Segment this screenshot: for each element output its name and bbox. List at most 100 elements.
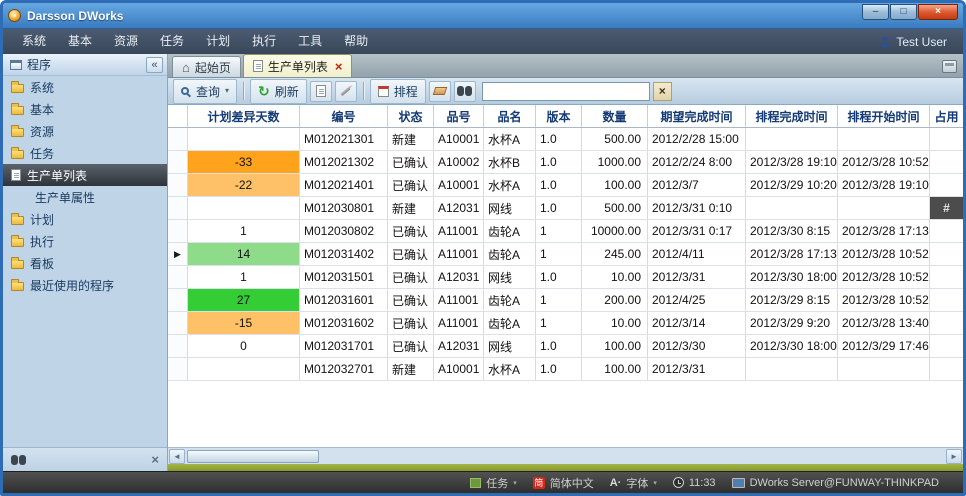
menu-item[interactable]: 计划 bbox=[195, 29, 241, 54]
table-row[interactable]: 1M012031501已确认A12031网线1.010.002012/3/312… bbox=[168, 266, 963, 289]
new-button[interactable] bbox=[310, 81, 332, 102]
cell-plan-diff-days: -22 bbox=[188, 174, 300, 196]
home-icon: ⌂ bbox=[182, 61, 190, 74]
row-selector[interactable] bbox=[168, 128, 188, 150]
cell-status: 已确认 bbox=[388, 335, 434, 357]
find-button[interactable] bbox=[454, 81, 476, 102]
table-row[interactable]: -22M012021401已确认A10001水杯A1.0100.002012/3… bbox=[168, 174, 963, 197]
cell-extra bbox=[930, 174, 963, 196]
sidebar-item[interactable]: 系统 bbox=[3, 76, 167, 98]
table-row[interactable]: 0M012031701已确认A12031网线1.0100.002012/3/30… bbox=[168, 335, 963, 358]
sidebar-item[interactable]: 任务 bbox=[3, 142, 167, 164]
menu-item[interactable]: 帮助 bbox=[333, 29, 379, 54]
sidebar-item[interactable]: 看板 bbox=[3, 252, 167, 274]
user-indicator[interactable]: Test User bbox=[879, 35, 955, 49]
column-header[interactable]: 数量 bbox=[582, 105, 648, 127]
menu-item[interactable]: 任务 bbox=[149, 29, 195, 54]
table-row[interactable]: ▶14M012031402已确认A11001齿轮A1245.002012/4/1… bbox=[168, 243, 963, 266]
menu-item[interactable]: 系统 bbox=[11, 29, 57, 54]
tab-close-icon[interactable]: × bbox=[335, 60, 343, 73]
column-header[interactable]: 占用 bbox=[930, 105, 963, 127]
cell-no: M012031501 bbox=[300, 266, 388, 288]
menu-item[interactable]: 执行 bbox=[241, 29, 287, 54]
scroll-left-arrow[interactable]: ◄ bbox=[169, 449, 185, 464]
statusbar-language[interactable]: 简 简体中文 bbox=[533, 475, 594, 491]
table-row[interactable]: -33M012021302已确认A10002水杯B1.01000.002012/… bbox=[168, 151, 963, 174]
sidebar-header: 程序 « bbox=[3, 54, 167, 76]
tab-active[interactable]: 生产单列表× bbox=[243, 54, 353, 77]
statusbar-font[interactable]: A· 字体 ▾ bbox=[610, 475, 657, 491]
close-button[interactable]: × bbox=[918, 4, 958, 20]
sidebar-item[interactable]: 基本 bbox=[3, 98, 167, 120]
row-selector[interactable] bbox=[168, 220, 188, 242]
cell-version: 1.0 bbox=[536, 197, 582, 219]
scroll-right-arrow[interactable]: ► bbox=[946, 449, 962, 464]
horizontal-scrollbar[interactable]: ◄ ► bbox=[168, 447, 963, 464]
main-pane: ⌂起始页生产单列表× 查询 ▾ ↻ 刷新 bbox=[168, 54, 963, 471]
row-selector[interactable]: ▶ bbox=[168, 243, 188, 265]
statusbar-task[interactable]: 任务 ▾ bbox=[470, 475, 517, 491]
clear-schedule-button[interactable] bbox=[429, 81, 451, 102]
menu-item[interactable]: 资源 bbox=[103, 29, 149, 54]
table-row[interactable]: M012021301新建A10001水杯A1.0500.002012/2/28 … bbox=[168, 128, 963, 151]
sidebar-item-label: 任务 bbox=[30, 145, 54, 162]
table-row[interactable]: M012030801新建A12031网线1.0500.002012/3/31 0… bbox=[168, 197, 963, 220]
column-header[interactable]: 期望完成时间 bbox=[648, 105, 746, 127]
font-icon: A· bbox=[610, 477, 622, 489]
sidebar-item[interactable]: 计划 bbox=[3, 208, 167, 230]
grid-header-row: 计划差异天数编号状态品号品名版本数量期望完成时间排程完成时间排程开始时间占用 bbox=[168, 105, 963, 128]
refresh-button[interactable]: ↻ 刷新 bbox=[250, 79, 307, 104]
column-header[interactable]: 排程完成时间 bbox=[746, 105, 838, 127]
search-clear-button[interactable]: × bbox=[653, 82, 672, 101]
cell-sched-finish: 2012/3/28 17:13 bbox=[746, 243, 838, 265]
toolbar-search-input[interactable] bbox=[482, 82, 650, 101]
table-row[interactable]: 27M012031601已确认A11001齿轮A1200.002012/4/25… bbox=[168, 289, 963, 312]
column-header[interactable]: 编号 bbox=[300, 105, 388, 127]
column-header[interactable]: 品名 bbox=[484, 105, 536, 127]
sidebar-item[interactable]: 生产单属性 bbox=[3, 186, 167, 208]
row-selector[interactable] bbox=[168, 335, 188, 357]
cell-status: 新建 bbox=[388, 358, 434, 380]
row-selector[interactable] bbox=[168, 174, 188, 196]
row-selector[interactable] bbox=[168, 197, 188, 219]
column-header[interactable]: 计划差异天数 bbox=[188, 105, 300, 127]
table-row[interactable]: 1M012030802已确认A11001齿轮A110000.002012/3/3… bbox=[168, 220, 963, 243]
minimize-button[interactable]: – bbox=[862, 4, 889, 20]
cell-no: M012031601 bbox=[300, 289, 388, 311]
row-selector[interactable] bbox=[168, 312, 188, 334]
query-button[interactable]: 查询 ▾ bbox=[173, 79, 237, 104]
cell-item-name: 齿轮A bbox=[484, 312, 536, 334]
column-header[interactable]: 版本 bbox=[536, 105, 582, 127]
maximize-button[interactable]: □ bbox=[890, 4, 917, 20]
column-header[interactable]: 排程开始时间 bbox=[838, 105, 930, 127]
tab-overflow-icon[interactable] bbox=[942, 60, 957, 73]
folder-icon bbox=[11, 106, 24, 115]
column-header[interactable] bbox=[168, 105, 188, 127]
column-header[interactable]: 品号 bbox=[434, 105, 484, 127]
row-selector[interactable] bbox=[168, 151, 188, 173]
sidebar-item[interactable]: 执行 bbox=[3, 230, 167, 252]
sidebar-item-label: 系统 bbox=[30, 79, 54, 96]
schedule-button[interactable]: 排程 bbox=[370, 79, 426, 104]
sidebar-item[interactable]: 最近使用的程序 bbox=[3, 274, 167, 296]
row-selector[interactable] bbox=[168, 266, 188, 288]
sidebar-search-close-icon[interactable]: × bbox=[151, 453, 159, 466]
row-selector[interactable] bbox=[168, 289, 188, 311]
row-selector[interactable] bbox=[168, 358, 188, 380]
sidebar-item[interactable]: 生产单列表 bbox=[3, 164, 167, 186]
sidebar-item-label: 基本 bbox=[30, 101, 54, 118]
column-header[interactable]: 状态 bbox=[388, 105, 434, 127]
menu-item[interactable]: 基本 bbox=[57, 29, 103, 54]
tab-inactive[interactable]: ⌂起始页 bbox=[172, 56, 241, 77]
menu-item[interactable]: 工具 bbox=[287, 29, 333, 54]
sidebar-item[interactable]: 资源 bbox=[3, 120, 167, 142]
cell-sched-start: 2012/3/28 13:40 bbox=[838, 312, 930, 334]
table-row[interactable]: M012032701新建A10001水杯A1.0100.002012/3/31 bbox=[168, 358, 963, 381]
sidebar-collapse-button[interactable]: « bbox=[146, 57, 163, 73]
table-row[interactable]: -15M012031602已确认A11001齿轮A110.002012/3/14… bbox=[168, 312, 963, 335]
cell-item-name: 水杯A bbox=[484, 128, 536, 150]
search-binoculars-icon[interactable] bbox=[11, 455, 26, 465]
cell-item-name: 水杯B bbox=[484, 151, 536, 173]
scrollbar-thumb[interactable] bbox=[187, 450, 319, 463]
edit-button[interactable] bbox=[335, 81, 357, 102]
